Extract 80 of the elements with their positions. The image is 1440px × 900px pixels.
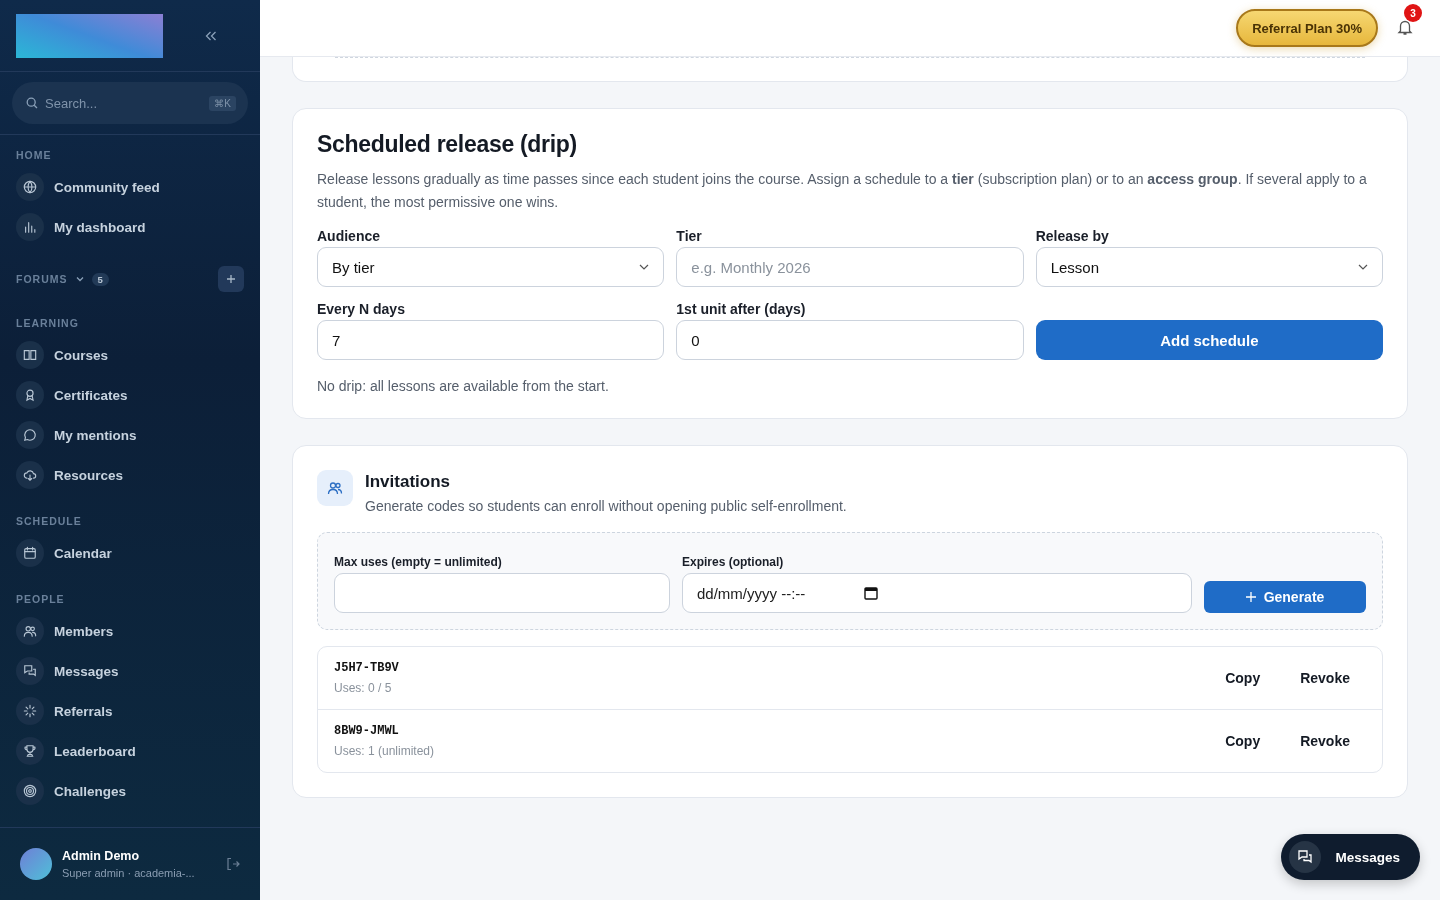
logout-icon[interactable] xyxy=(226,857,240,871)
nav-item[interactable]: Courses xyxy=(16,335,244,375)
input-field[interactable] xyxy=(334,573,670,613)
section-title: PEOPLE xyxy=(16,593,66,605)
book-icon xyxy=(23,348,37,362)
invite-code: 8BW9-JMWL xyxy=(334,724,400,738)
input-field[interactable]: e.g. Monthly 2026 xyxy=(676,247,1024,287)
shortcut-hint: ⌘K xyxy=(209,96,236,111)
chevron-down-icon xyxy=(1358,264,1368,270)
user-role: Super admin · academia-... xyxy=(62,867,196,879)
nav-item[interactable]: My dashboard xyxy=(16,207,244,247)
bubble-icon xyxy=(23,428,37,442)
nav-item[interactable]: Challenges xyxy=(16,771,244,811)
select-field[interactable]: Lesson xyxy=(1035,247,1383,287)
nav-item[interactable]: Resources xyxy=(16,455,244,495)
trophy-icon xyxy=(23,744,37,758)
action-button[interactable]: Revoke xyxy=(1284,727,1366,755)
globe-icon xyxy=(23,180,37,194)
action-button[interactable]: Copy xyxy=(1209,727,1277,755)
chart-icon xyxy=(23,220,37,234)
plus-icon xyxy=(227,275,235,283)
field-label: 1st unit after (days) xyxy=(676,301,807,317)
nav-item[interactable]: My mentions xyxy=(16,415,244,455)
nav-item[interactable]: Community feed xyxy=(16,167,244,207)
field-label: Audience xyxy=(317,228,381,244)
section-title: HOME xyxy=(16,149,53,161)
action-button[interactable]: Copy xyxy=(1209,664,1277,692)
select-field[interactable]: By tier xyxy=(317,247,665,287)
award-icon xyxy=(23,388,37,402)
action-button[interactable]: Revoke xyxy=(1284,664,1366,692)
usage-count: Uses: 1 (unlimited) xyxy=(334,744,436,758)
nav-item[interactable]: Members xyxy=(16,611,244,651)
section-title: LEARNING xyxy=(16,317,80,329)
logo[interactable] xyxy=(16,13,163,58)
add-forum-button[interactable] xyxy=(218,266,244,292)
input-field[interactable]: 7 xyxy=(317,320,665,360)
collapse-icon[interactable] xyxy=(205,30,217,41)
description: Release lessons gradually as time passes since each student joins the course. Assign a schedule to a tier (subscription plan) or to an access group. If several apply to a student, the most permissive one wins. xyxy=(317,170,1368,212)
target-icon xyxy=(23,784,37,798)
chat-icon xyxy=(1297,849,1314,865)
section-heading: Scheduled release (drip) xyxy=(317,131,578,158)
referral-plan-button[interactable]: Referral Plan 30% xyxy=(1236,9,1378,47)
nav-item[interactable]: Certificates xyxy=(16,375,244,415)
status-note: No drip: all lessons are available from the start. xyxy=(317,378,610,394)
notification-badge: 3 xyxy=(1404,4,1422,22)
calendar-icon xyxy=(23,546,37,560)
nav-item[interactable]: Messages xyxy=(16,651,244,691)
messages-button[interactable]: Messages xyxy=(1281,834,1420,880)
field-label: Expires (optional) xyxy=(682,555,785,569)
chevron-down-icon[interactable] xyxy=(75,276,84,282)
plus-icon xyxy=(1245,592,1256,602)
generate-button[interactable]: Generate xyxy=(1204,581,1366,613)
input-field[interactable]: 0 xyxy=(676,320,1024,360)
nav-item[interactable]: Referrals xyxy=(16,691,244,731)
calendar-icon[interactable] xyxy=(864,586,878,600)
section-title[interactable]: FORUMS xyxy=(16,273,68,285)
avatar[interactable] xyxy=(20,848,52,880)
chats-icon xyxy=(23,664,37,678)
field-label: Every N days xyxy=(317,301,406,317)
bell-icon[interactable] xyxy=(1396,18,1414,36)
field-label: Max uses (empty = unlimited) xyxy=(334,555,503,569)
usage-count: Uses: 0 / 5 xyxy=(334,681,393,695)
section-heading: Invitations xyxy=(365,472,451,492)
cloud-icon xyxy=(23,468,37,482)
nav-item[interactable]: Leaderboard xyxy=(16,731,244,771)
user-name: Admin Demo xyxy=(62,849,141,863)
field-label: Tier xyxy=(676,228,703,244)
nav-item[interactable]: Calendar xyxy=(16,533,244,573)
chevron-down-icon xyxy=(639,264,650,270)
date-field[interactable]: dd/mm/yyyy --:-- xyxy=(682,573,1192,613)
section-title: SCHEDULE xyxy=(16,515,83,527)
add-schedule-button[interactable]: Add schedule xyxy=(1035,320,1383,360)
invite-code: J5H7-TB9V xyxy=(334,661,400,675)
count-badge: 5 xyxy=(91,272,109,286)
field-label: Release by xyxy=(1035,228,1110,244)
description: Generate codes so students can enroll without opening public self-enrollment. xyxy=(365,498,847,514)
users-icon xyxy=(317,470,353,506)
search-icon xyxy=(26,97,38,109)
users-icon xyxy=(23,624,37,638)
spark-icon xyxy=(23,704,37,718)
